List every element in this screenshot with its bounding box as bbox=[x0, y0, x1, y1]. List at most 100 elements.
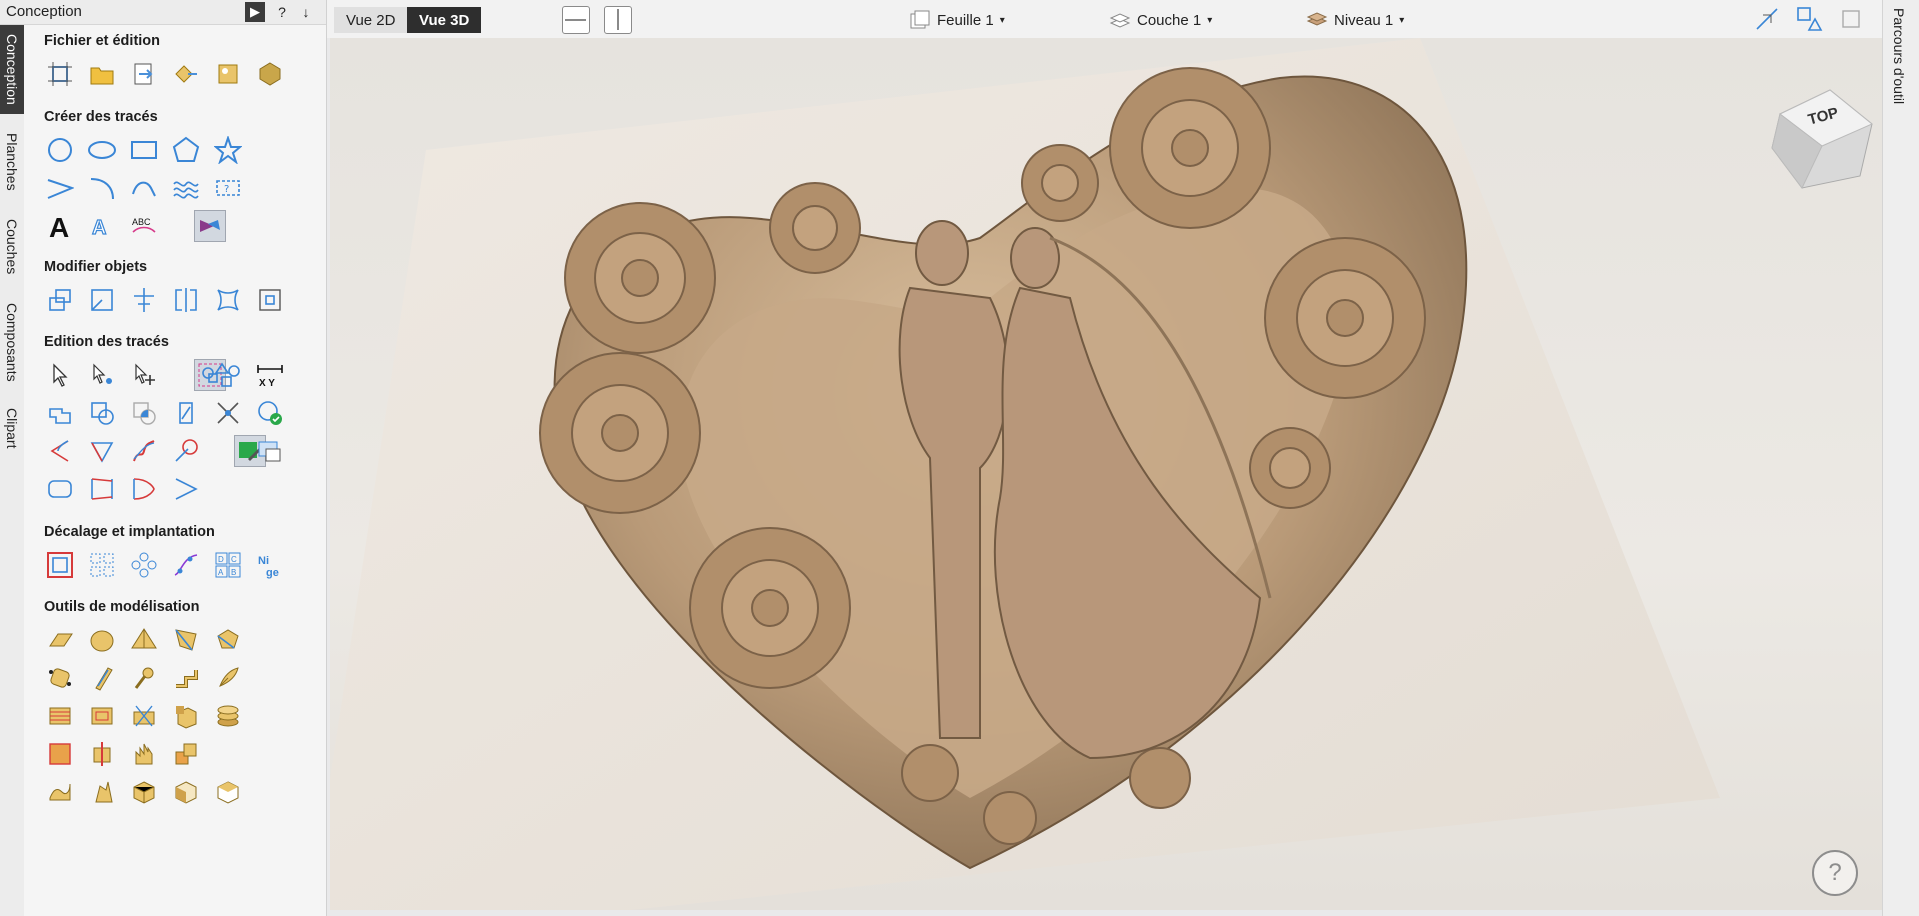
snap-icon[interactable] bbox=[1751, 3, 1783, 35]
distort-tool-icon[interactable] bbox=[212, 284, 244, 316]
help-button[interactable]: ? bbox=[1812, 850, 1858, 896]
overlap-tool-icon[interactable] bbox=[170, 397, 202, 429]
flame-tool-icon[interactable] bbox=[128, 738, 160, 770]
ellipse-tool-icon[interactable] bbox=[86, 134, 118, 166]
single-view-icon[interactable] bbox=[562, 6, 590, 34]
open-file-icon[interactable] bbox=[86, 58, 118, 90]
node-edit-icon[interactable] bbox=[86, 359, 118, 391]
reset-model-icon[interactable] bbox=[212, 776, 244, 808]
box-tool-icon[interactable] bbox=[128, 776, 160, 808]
layer-dropdown[interactable]: Couche 1 ▾ bbox=[1109, 9, 1212, 31]
drawing-tools-icon[interactable] bbox=[1793, 3, 1825, 35]
panel-help-button[interactable]: ? bbox=[272, 2, 292, 22]
split-view-icon[interactable] bbox=[604, 6, 632, 34]
weave-tool-icon[interactable] bbox=[170, 662, 202, 694]
trim-tool-icon[interactable] bbox=[212, 397, 244, 429]
curve-tool-icon[interactable] bbox=[128, 172, 160, 204]
view-2d-button[interactable]: Vue 2D bbox=[334, 7, 408, 33]
offset-tool-icon[interactable] bbox=[44, 549, 76, 581]
two-rail-icon[interactable] bbox=[170, 624, 202, 656]
texture-area-icon[interactable] bbox=[212, 662, 244, 694]
array-copy-icon[interactable] bbox=[86, 549, 118, 581]
fade-tool-icon[interactable] bbox=[86, 700, 118, 732]
circular-array-icon[interactable] bbox=[128, 549, 160, 581]
intersect-tool-icon[interactable] bbox=[128, 397, 160, 429]
rounded-rect-icon[interactable] bbox=[44, 473, 76, 505]
model-preview-icon[interactable] bbox=[254, 58, 286, 90]
svg-text:D: D bbox=[218, 555, 224, 564]
mirror-tool-icon[interactable] bbox=[170, 284, 202, 316]
job-setup-icon[interactable] bbox=[44, 58, 76, 90]
center-tool-icon[interactable] bbox=[254, 284, 286, 316]
rectangle-tool-icon[interactable] bbox=[128, 134, 160, 166]
transform-select-icon[interactable] bbox=[128, 359, 160, 391]
auto-text-icon[interactable]: A bbox=[86, 210, 118, 242]
convert-to-arc-icon[interactable] bbox=[128, 473, 160, 505]
expand-icon[interactable]: ▶ bbox=[245, 2, 265, 22]
split-model-icon[interactable] bbox=[128, 700, 160, 732]
view-3d-button[interactable]: Vue 3D bbox=[407, 7, 482, 33]
slice-model-icon[interactable] bbox=[44, 738, 76, 770]
close-vector-icon[interactable] bbox=[254, 397, 286, 429]
nesting-icon[interactable]: DCAB bbox=[212, 549, 244, 581]
wave-tool-icon[interactable] bbox=[170, 172, 202, 204]
fillet-tool-icon[interactable] bbox=[44, 435, 76, 467]
view-cube[interactable] bbox=[1760, 84, 1880, 194]
scale-tool-icon[interactable] bbox=[86, 284, 118, 316]
cube-tool-icon[interactable] bbox=[170, 776, 202, 808]
select-tool-icon[interactable] bbox=[44, 359, 76, 391]
measure-tool-icon[interactable]: X Y bbox=[254, 359, 286, 391]
bitmap-trace-icon[interactable] bbox=[194, 210, 226, 242]
tab-clipart[interactable]: Clipart bbox=[0, 398, 24, 458]
smooth-tool-icon[interactable] bbox=[128, 435, 160, 467]
import-bitmap-icon[interactable] bbox=[212, 58, 244, 90]
toolpath-tab[interactable]: Parcours d'outil bbox=[1882, 0, 1919, 916]
circle-tool-icon[interactable] bbox=[44, 134, 76, 166]
level-dropdown[interactable]: Niveau 1 ▾ bbox=[1306, 9, 1404, 31]
tab-composants[interactable]: Composants bbox=[0, 290, 24, 394]
texture-tool-icon[interactable] bbox=[44, 700, 76, 732]
polygon-tool-icon[interactable] bbox=[170, 134, 202, 166]
auto-layout-icon[interactable]: Ni ge bbox=[254, 549, 286, 581]
3d-viewport[interactable]: TOP bbox=[330, 38, 1882, 910]
convert-to-bezier-icon[interactable] bbox=[170, 473, 202, 505]
sculpt-tool-icon[interactable] bbox=[86, 662, 118, 694]
pin-icon[interactable]: ↓ bbox=[296, 2, 316, 22]
component-bake-icon[interactable] bbox=[170, 700, 202, 732]
shape-editor-icon[interactable] bbox=[44, 624, 76, 656]
revolve-tool-icon[interactable] bbox=[44, 662, 76, 694]
sheet-dropdown[interactable]: Feuille 1 ▾ bbox=[909, 9, 1005, 31]
relief-clipart-icon[interactable] bbox=[86, 776, 118, 808]
polyline-tool-icon[interactable] bbox=[44, 172, 76, 204]
image-vector-icon[interactable] bbox=[254, 435, 286, 467]
tab-planches[interactable]: Planches bbox=[0, 120, 24, 204]
copy-along-vector-icon[interactable] bbox=[170, 549, 202, 581]
boolean-model-icon[interactable] bbox=[170, 738, 202, 770]
ungroup-tool-icon[interactable] bbox=[212, 359, 244, 391]
extend-tool-icon[interactable] bbox=[170, 435, 202, 467]
text-tool-icon[interactable]: A bbox=[44, 210, 76, 242]
tab-conception[interactable]: Conception bbox=[0, 24, 24, 114]
pyramid-tool-icon[interactable] bbox=[128, 624, 160, 656]
dome-tool-icon[interactable] bbox=[86, 624, 118, 656]
text-on-curve-icon[interactable]: ABC bbox=[128, 210, 160, 242]
import-vector-icon[interactable] bbox=[128, 58, 160, 90]
subtract-tool-icon[interactable] bbox=[86, 397, 118, 429]
bounding-box-icon[interactable] bbox=[1835, 3, 1867, 35]
svg-text:A: A bbox=[218, 568, 224, 577]
star-tool-icon[interactable] bbox=[212, 134, 244, 166]
stack-layers-icon[interactable] bbox=[212, 700, 244, 732]
convert-to-line-icon[interactable] bbox=[86, 473, 118, 505]
tab-couches[interactable]: Couches bbox=[0, 208, 24, 286]
extrude-tool-icon[interactable] bbox=[212, 624, 244, 656]
arc-tool-icon[interactable] bbox=[86, 172, 118, 204]
dimension-tool-icon[interactable]: ? bbox=[212, 172, 244, 204]
align-tool-icon[interactable] bbox=[128, 284, 160, 316]
import-component-icon[interactable] bbox=[170, 58, 202, 90]
smooth-sculpt-icon[interactable] bbox=[128, 662, 160, 694]
flatten-tool-icon[interactable] bbox=[86, 738, 118, 770]
chamfer-tool-icon[interactable] bbox=[86, 435, 118, 467]
distort-model-icon[interactable] bbox=[44, 776, 76, 808]
weld-tool-icon[interactable] bbox=[44, 397, 76, 429]
move-tool-icon[interactable] bbox=[44, 284, 76, 316]
